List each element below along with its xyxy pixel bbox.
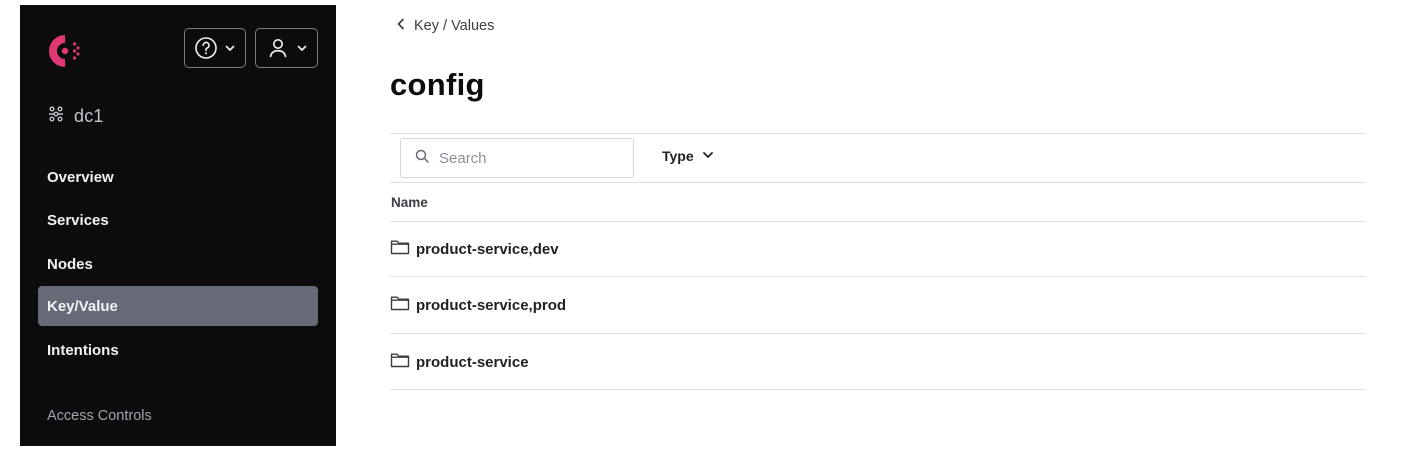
user-icon <box>266 36 290 60</box>
nav-item-overview[interactable]: Overview <box>38 157 318 197</box>
nav-item-label: Key/Value <box>47 297 118 315</box>
nav-item-services[interactable]: Services <box>38 200 318 240</box>
page-title: config <box>390 67 485 102</box>
search-field[interactable] <box>400 138 634 178</box>
folder-icon <box>390 295 410 316</box>
help-circle-icon <box>194 36 218 60</box>
breadcrumb[interactable]: Key / Values <box>396 18 494 34</box>
nav-item-nodes[interactable]: Nodes <box>38 244 318 284</box>
type-filter-label: Type <box>662 148 694 164</box>
nav-item-key-value[interactable]: Key/Value <box>38 286 318 326</box>
help-menu-button[interactable] <box>184 28 246 68</box>
nav-item-label: Services <box>47 211 109 229</box>
search-input[interactable] <box>439 149 619 167</box>
divider <box>390 133 1366 134</box>
nav-item-label: Intentions <box>47 341 119 359</box>
sidebar: dc1 Overview Services Nodes Key/Value In… <box>20 5 336 446</box>
breadcrumb-label: Key / Values <box>414 18 495 34</box>
kv-name: product-service,dev <box>416 240 559 258</box>
nav-item-intentions[interactable]: Intentions <box>38 330 318 370</box>
divider <box>390 389 1366 390</box>
chevron-left-icon <box>396 18 406 34</box>
datacenter-selector[interactable]: dc1 <box>47 105 104 128</box>
nav-item-label: Nodes <box>47 255 93 273</box>
datacenter-label: dc1 <box>74 106 104 126</box>
access-controls-heading: Access Controls <box>47 408 152 424</box>
folder-icon <box>390 352 410 373</box>
divider <box>390 182 1366 183</box>
search-icon <box>415 149 429 168</box>
list-item[interactable]: product-service <box>390 334 1366 390</box>
datacenter-icon <box>47 105 65 128</box>
consul-logo[interactable] <box>46 32 84 70</box>
chevron-down-icon <box>702 148 714 164</box>
kv-name: product-service,prod <box>416 296 567 314</box>
nav-item-label: Overview <box>47 168 114 186</box>
list-item[interactable]: product-service,dev <box>390 221 1366 277</box>
chevron-down-icon <box>224 42 236 54</box>
chevron-down-icon <box>296 42 308 54</box>
column-header-name: Name <box>391 195 428 210</box>
list-item[interactable]: product-service,prod <box>390 277 1366 333</box>
user-menu-button[interactable] <box>255 28 318 68</box>
kv-name: product-service <box>416 353 529 371</box>
type-filter-dropdown[interactable]: Type <box>662 148 714 164</box>
folder-icon <box>390 239 410 260</box>
